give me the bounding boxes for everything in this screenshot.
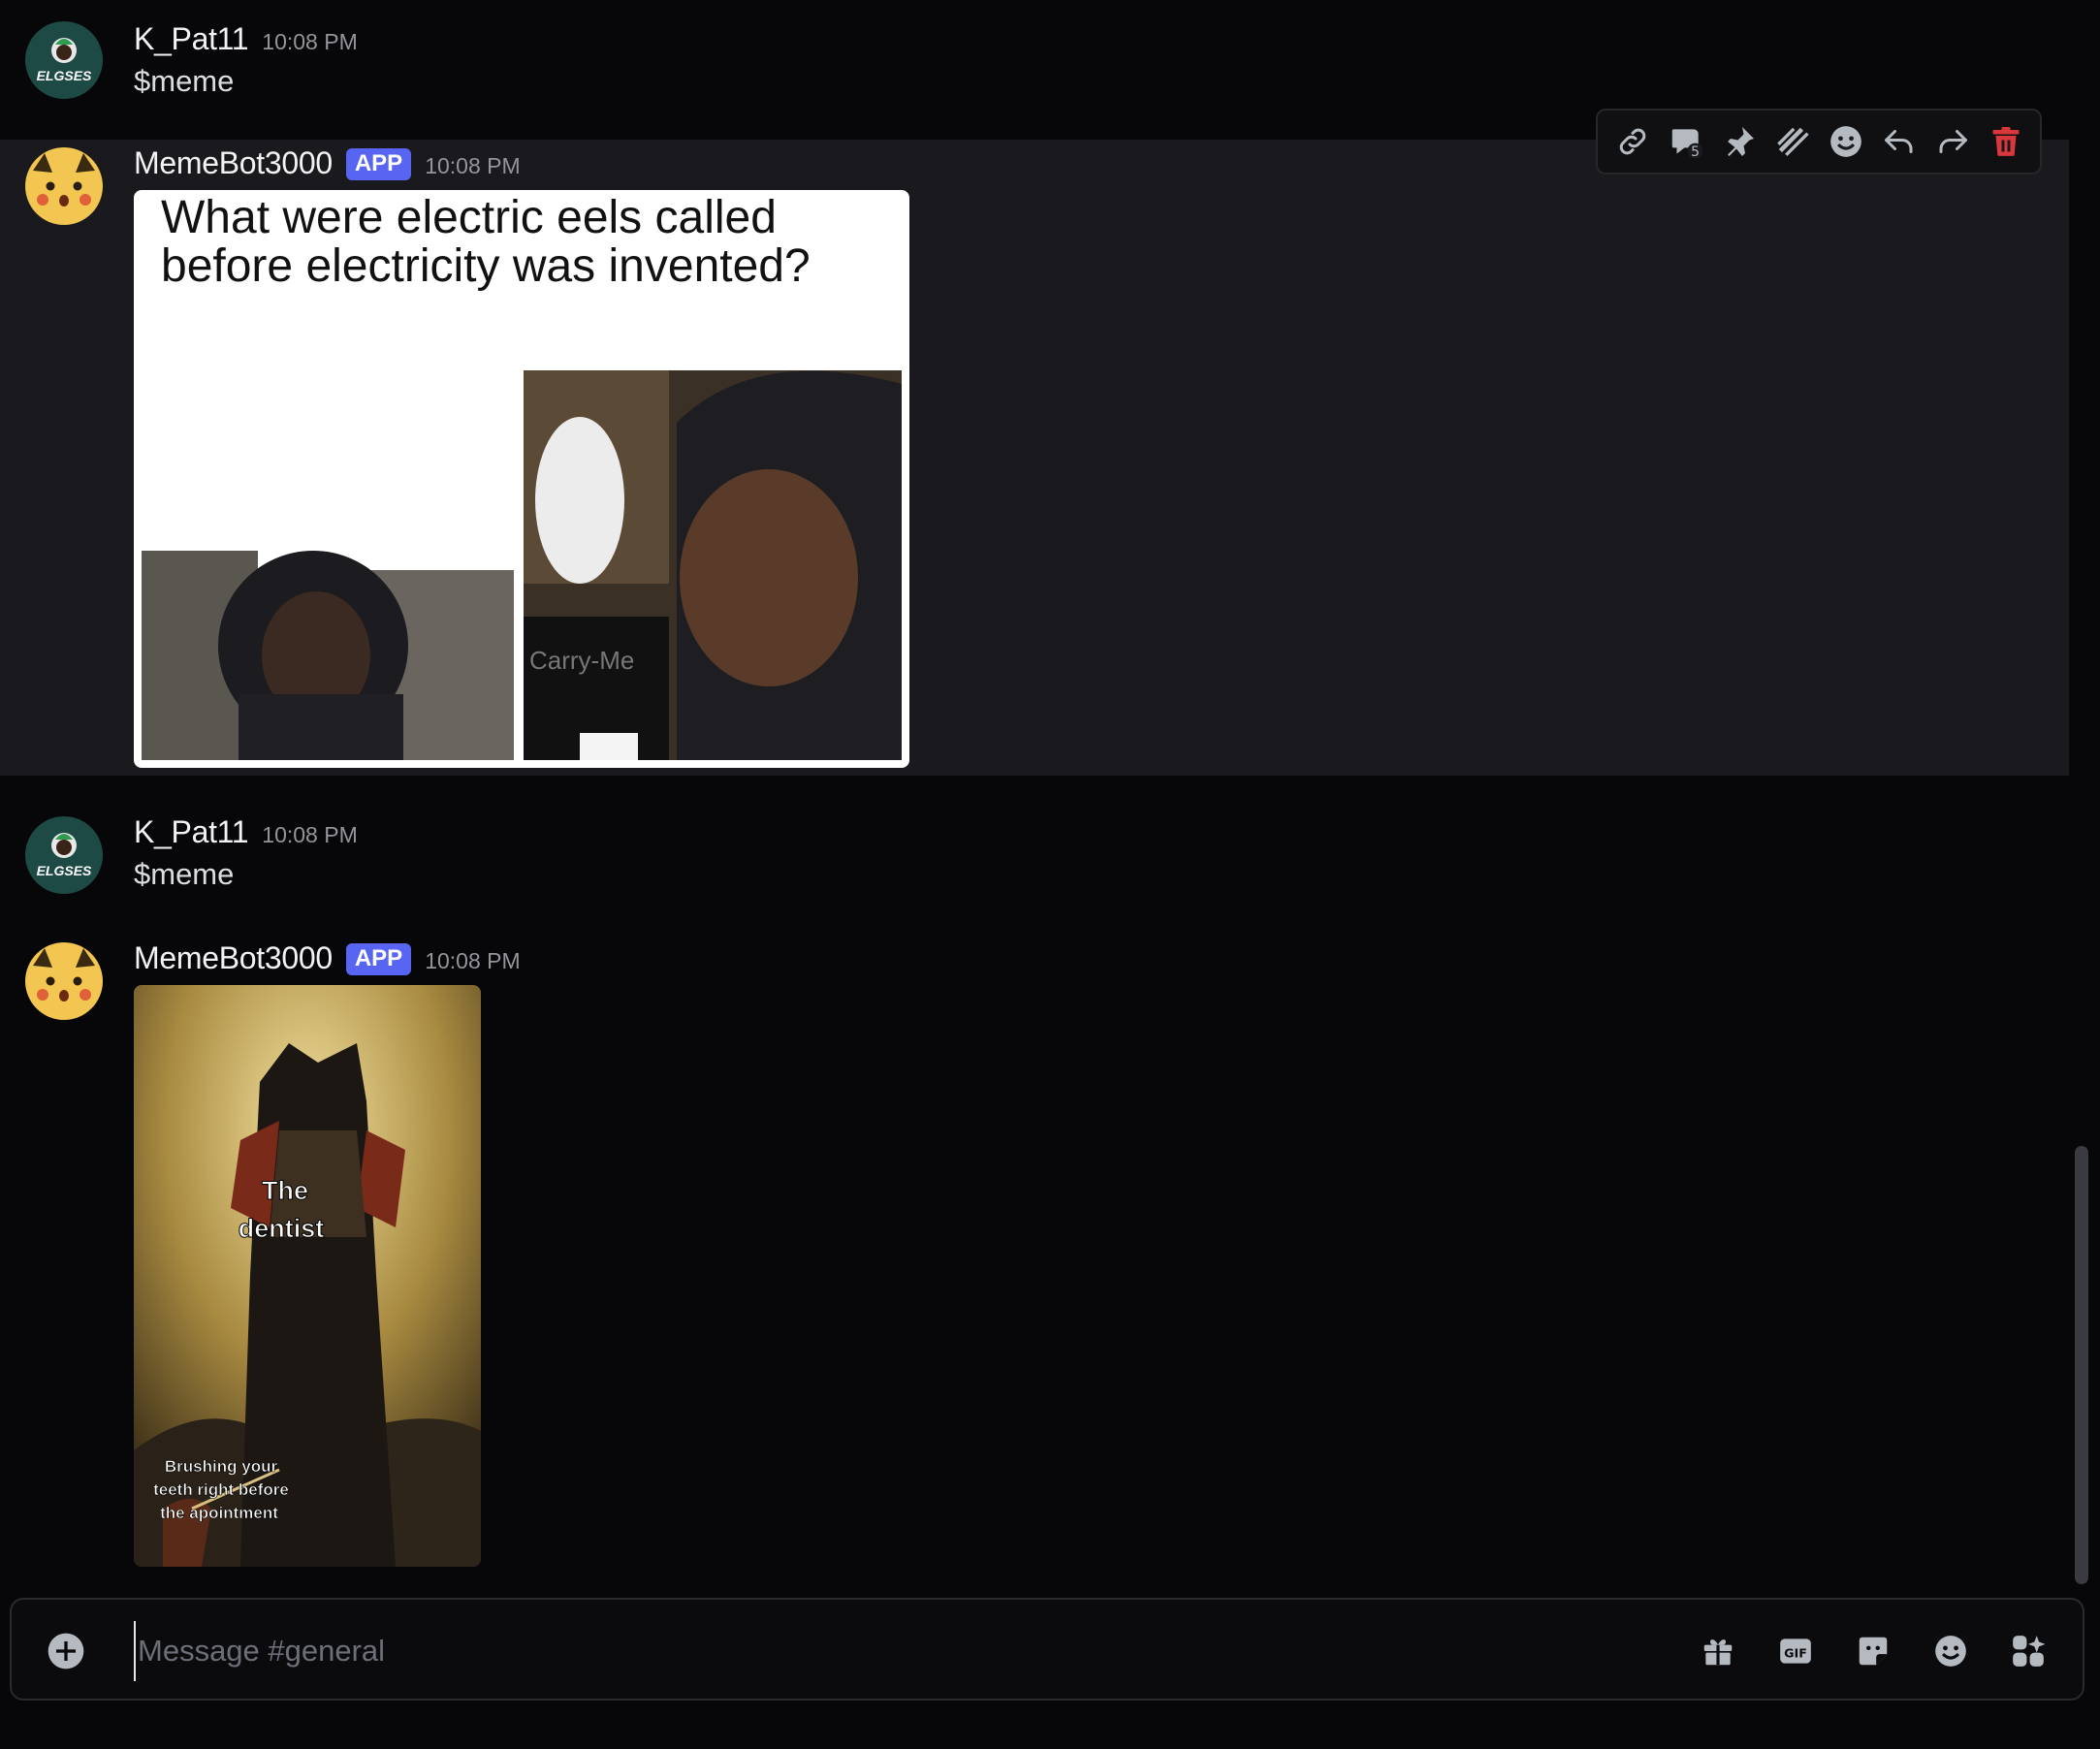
reply-icon[interactable] xyxy=(1878,120,1921,163)
user-avatar[interactable]: ELGSES xyxy=(25,21,103,99)
message-4: MemeBot3000 APP 10:08 PM The dentist Bru… xyxy=(0,931,2069,1571)
user-avatar[interactable]: ELGSES xyxy=(25,816,103,894)
timestamp: 10:08 PM xyxy=(425,948,521,973)
message-actions-toolbar: 5 xyxy=(1596,109,2042,175)
meme-caption-line2: before electricity was invented? xyxy=(161,240,811,292)
meme-caption-line1: What were electric eels called xyxy=(161,192,777,243)
meme-label-big-1: The xyxy=(262,1176,308,1205)
apps-icon[interactable] xyxy=(2009,1627,2048,1675)
meme-label-big-2: dentist xyxy=(239,1214,325,1243)
timestamp: 10:08 PM xyxy=(262,29,358,54)
meme-image[interactable]: The dentist Brushing your teeth right be… xyxy=(134,985,481,1567)
message-composer: GIF xyxy=(10,1598,2084,1701)
message-header: K_Pat11 10:08 PM xyxy=(134,21,358,57)
app-badge: APP xyxy=(345,943,412,975)
app-badge: APP xyxy=(345,148,412,180)
gif-icon[interactable]: GIF xyxy=(1776,1627,1815,1675)
meme-image[interactable]: What were electric eels called before el… xyxy=(134,190,909,768)
message-header: MemeBot3000 APP 10:08 PM xyxy=(134,145,521,183)
timestamp: 10:08 PM xyxy=(262,822,358,847)
message-input[interactable] xyxy=(134,1621,1646,1681)
bot-avatar[interactable] xyxy=(25,147,103,225)
message-3: ELGSES K_Pat11 10:08 PM $meme xyxy=(0,795,2069,931)
username[interactable]: K_Pat11 xyxy=(134,814,249,850)
username[interactable]: MemeBot3000 xyxy=(134,145,333,181)
svg-text:ELGSES: ELGSES xyxy=(37,863,92,878)
composer-actions: GIF xyxy=(1699,1627,2048,1675)
svg-text:GIF: GIF xyxy=(1784,1645,1807,1660)
message-header: K_Pat11 10:08 PM xyxy=(134,814,358,850)
forward-icon[interactable] xyxy=(1931,120,1974,163)
add-attachment-button[interactable] xyxy=(47,1632,85,1670)
link-icon[interactable] xyxy=(1611,120,1654,163)
meme-label-small-1: Brushing your xyxy=(165,1457,278,1476)
timestamp: 10:08 PM xyxy=(425,153,521,178)
pin-icon[interactable] xyxy=(1718,120,1761,163)
message-header: MemeBot3000 APP 10:08 PM xyxy=(134,940,521,978)
thread-icon[interactable]: 5 xyxy=(1665,120,1707,163)
message-content: $meme xyxy=(134,857,235,891)
emoji-icon[interactable] xyxy=(1825,120,1867,163)
username[interactable]: K_Pat11 xyxy=(134,21,249,57)
bot-avatar[interactable] xyxy=(25,942,103,1020)
message-content: $meme xyxy=(134,64,235,98)
svg-text:ELGSES: ELGSES xyxy=(37,68,92,83)
sticker-icon[interactable] xyxy=(1854,1627,1893,1675)
meme-label-small-2: teeth right before xyxy=(153,1480,289,1499)
gift-icon[interactable] xyxy=(1699,1627,1737,1675)
sign-text: Carry-Me xyxy=(529,646,634,675)
message-2: MemeBot3000 APP 10:08 PM What were elect… xyxy=(0,109,2069,776)
scrollbar-thumb[interactable] xyxy=(2075,1146,2088,1584)
emoji-icon[interactable] xyxy=(1931,1627,1970,1675)
svg-text:5: 5 xyxy=(1690,144,1699,160)
meme-label-small-3: the apointment xyxy=(160,1504,278,1522)
delete-icon[interactable] xyxy=(1985,120,2027,163)
username[interactable]: MemeBot3000 xyxy=(134,940,333,976)
apps-icon[interactable] xyxy=(1771,120,1814,163)
